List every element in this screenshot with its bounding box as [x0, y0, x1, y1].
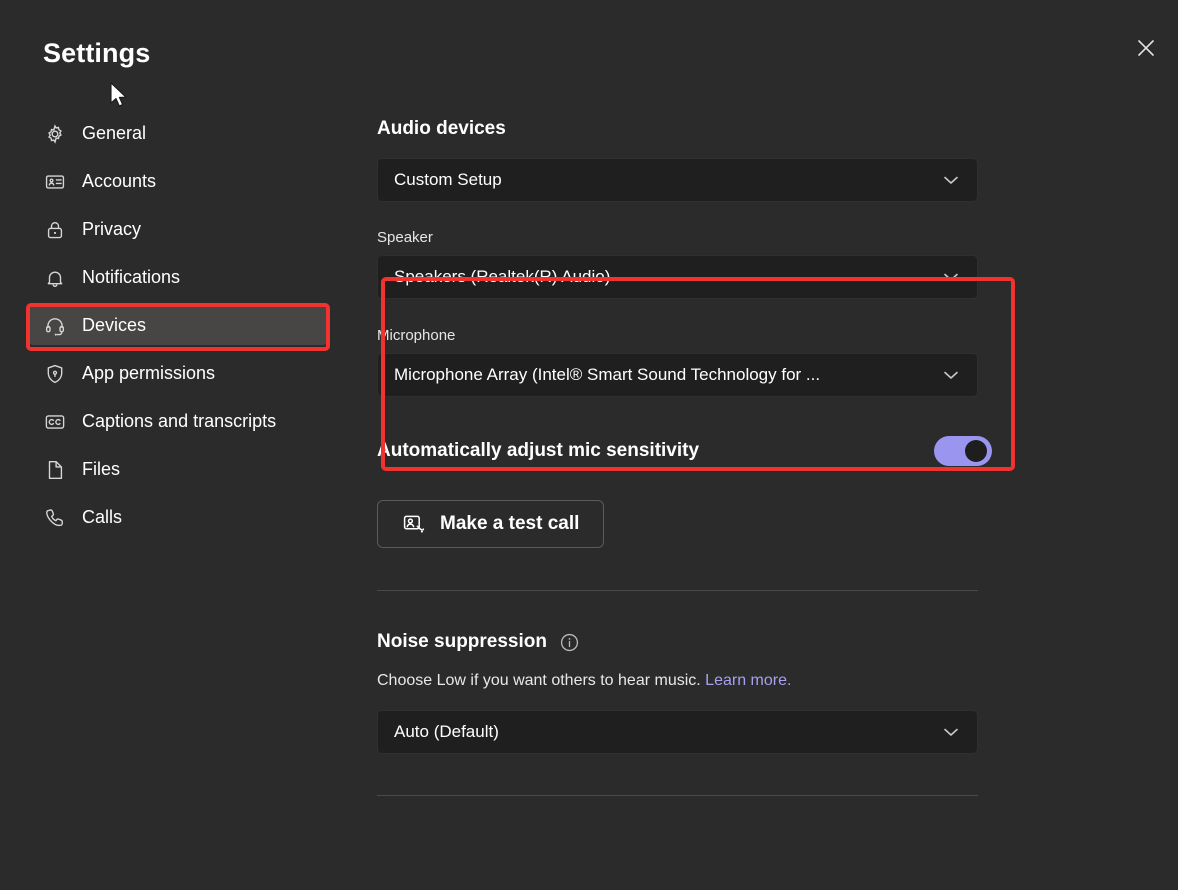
gear-icon: [43, 122, 67, 146]
bell-icon: [43, 266, 67, 290]
sidebar-item-general[interactable]: General: [28, 114, 328, 153]
file-icon: [43, 458, 67, 482]
noise-suppression-heading-row: Noise suppression: [377, 631, 1077, 653]
closed-caption-icon: [43, 410, 67, 434]
sidebar-item-label: Files: [82, 459, 121, 479]
learn-more-link[interactable]: Learn more.: [705, 672, 791, 689]
shield-lock-icon: [43, 362, 67, 386]
mic-sensitivity-row: Automatically adjust mic sensitivity: [377, 436, 992, 466]
audio-devices-heading: Audio devices: [377, 118, 506, 139]
sidebar-item-label: App permissions: [82, 363, 216, 383]
make-test-call-label: Make a test call: [440, 513, 580, 534]
toggle-knob: [965, 440, 987, 462]
sidebar-item-captions-and-transcripts[interactable]: Captions and transcripts: [28, 402, 328, 441]
mic-sensitivity-label: Automatically adjust mic sensitivity: [377, 440, 700, 461]
noise-suppression-heading: Noise suppression: [377, 631, 547, 652]
sidebar-item-privacy[interactable]: Privacy: [28, 210, 328, 249]
sidebar-item-calls[interactable]: Calls: [28, 498, 328, 537]
close-button[interactable]: [1126, 28, 1166, 68]
sidebar-item-label: Privacy: [82, 219, 142, 239]
audio-setup-dropdown[interactable]: Custom Setup: [377, 158, 978, 202]
speaker-value: Speakers (Realtek(R) Audio): [394, 267, 611, 286]
headset-icon: [43, 314, 67, 338]
noise-suppression-helper-text: Choose Low if you want others to hear mu…: [377, 672, 701, 689]
chevron-down-icon: [941, 722, 961, 742]
sidebar-item-files[interactable]: Files: [28, 450, 328, 489]
speaker-dropdown[interactable]: Speakers (Realtek(R) Audio): [377, 255, 978, 299]
divider: [377, 795, 978, 796]
mic-sensitivity-toggle[interactable]: [934, 436, 992, 466]
sidebar-item-label: General: [82, 123, 147, 143]
settings-window: Settings General Accounts Privacy Notifi…: [0, 0, 1178, 890]
devices-settings-panel: Audio devices Custom Setup Speaker Speak…: [377, 118, 1077, 796]
chevron-down-icon: [941, 267, 961, 287]
info-icon[interactable]: [559, 632, 580, 653]
lock-icon: [43, 218, 67, 242]
close-icon: [1135, 37, 1157, 59]
page-title: Settings: [43, 38, 151, 68]
noise-suppression-dropdown[interactable]: Auto (Default): [377, 710, 978, 754]
sidebar-item-label: Captions and transcripts: [82, 411, 277, 431]
sidebar-item-label: Notifications: [82, 267, 181, 287]
sidebar-item-label: Accounts: [82, 171, 157, 191]
sidebar-item-accounts[interactable]: Accounts: [28, 162, 328, 201]
audio-setup-value: Custom Setup: [394, 170, 502, 189]
mouse-cursor: [110, 82, 130, 115]
make-test-call-button[interactable]: Make a test call: [377, 500, 605, 548]
contact-card-icon: [43, 170, 67, 194]
noise-suppression-helper: Choose Low if you want others to hear mu…: [377, 672, 1077, 690]
microphone-dropdown[interactable]: Microphone Array (Intel® Smart Sound Tec…: [377, 353, 978, 397]
sidebar-item-label: Calls: [82, 507, 123, 527]
phone-icon: [43, 506, 67, 530]
microphone-label: Microphone: [377, 327, 456, 344]
sidebar-item-app-permissions[interactable]: App permissions: [28, 354, 328, 393]
noise-suppression-value: Auto (Default): [394, 722, 499, 741]
divider: [377, 590, 978, 591]
microphone-value: Microphone Array (Intel® Smart Sound Tec…: [394, 365, 821, 384]
sidebar-item-devices[interactable]: Devices: [28, 306, 328, 345]
chevron-down-icon: [941, 365, 961, 385]
sidebar-item-notifications[interactable]: Notifications: [28, 258, 328, 297]
chevron-down-icon: [941, 170, 961, 190]
person-call-icon: [402, 512, 426, 536]
sidebar-item-label: Devices: [82, 315, 147, 335]
speaker-label: Speaker: [377, 229, 433, 246]
settings-sidebar: General Accounts Privacy Notifications D…: [28, 114, 328, 546]
